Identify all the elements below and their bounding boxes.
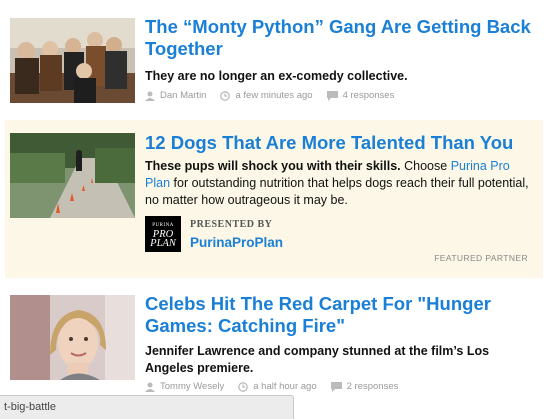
timestamp: a few minutes ago	[220, 90, 313, 101]
clock-icon	[220, 90, 231, 101]
presented-by: PURINA PRO PLAN PRESENTED BY PurinaProPl…	[145, 216, 283, 252]
purina-pro-plan-logo[interactable]: PURINA PRO PLAN	[145, 216, 181, 252]
author-name[interactable]: Tommy Wesely	[160, 381, 224, 392]
sponsor-name[interactable]: PurinaProPlan	[190, 235, 283, 250]
timestamp: a half hour ago	[238, 381, 317, 392]
time-text: a few minutes ago	[235, 90, 313, 101]
author: Tommy Wesely	[145, 381, 224, 392]
featured-partner-label: FEATURED PARTNER	[434, 253, 528, 263]
responses-link[interactable]: 4 responses	[343, 90, 395, 101]
comment-icon	[330, 381, 342, 392]
article-title[interactable]: 12 Dogs That Are More Talented Than You	[145, 132, 544, 154]
article-thumbnail[interactable]	[10, 295, 135, 380]
logo-line: PLAN	[150, 237, 176, 249]
article-thumbnail[interactable]	[10, 133, 135, 218]
browser-status-bar: t-big-battle	[0, 395, 294, 419]
article-title[interactable]: Celebs Hit The Red Carpet For "Hunger Ga…	[145, 293, 544, 337]
responses: 4 responses	[326, 90, 395, 101]
author-name[interactable]: Dan Martin	[160, 90, 206, 101]
article-dek: They are no longer an ex-comedy collecti…	[145, 69, 408, 83]
time-text: a half hour ago	[253, 381, 317, 392]
presented-by-label: PRESENTED BY	[190, 218, 273, 230]
article-thumbnail[interactable]	[10, 18, 135, 103]
dek-lead: These pups will shock you with their ski…	[145, 159, 401, 173]
clock-icon	[238, 381, 249, 392]
author: Dan Martin	[145, 90, 206, 101]
article-meta: Dan Martin a few minutes ago 4 responses	[145, 90, 408, 101]
user-icon	[145, 382, 155, 392]
responses-link[interactable]: 2 responses	[347, 381, 399, 392]
article-title[interactable]: The “Monty Python” Gang Are Getting Back…	[145, 16, 544, 60]
user-icon	[145, 91, 155, 101]
dek-text-post: for outstanding nutrition that helps dog…	[145, 176, 529, 207]
article-dek: These pups will shock you with their ski…	[145, 158, 532, 209]
responses: 2 responses	[330, 381, 399, 392]
comment-icon	[326, 90, 338, 101]
article-dek: Jennifer Lawrence and company stunned at…	[145, 344, 490, 375]
dek-text-pre: Choose	[404, 159, 448, 173]
article-meta: Tommy Wesely a half hour ago 2 responses	[145, 381, 412, 392]
